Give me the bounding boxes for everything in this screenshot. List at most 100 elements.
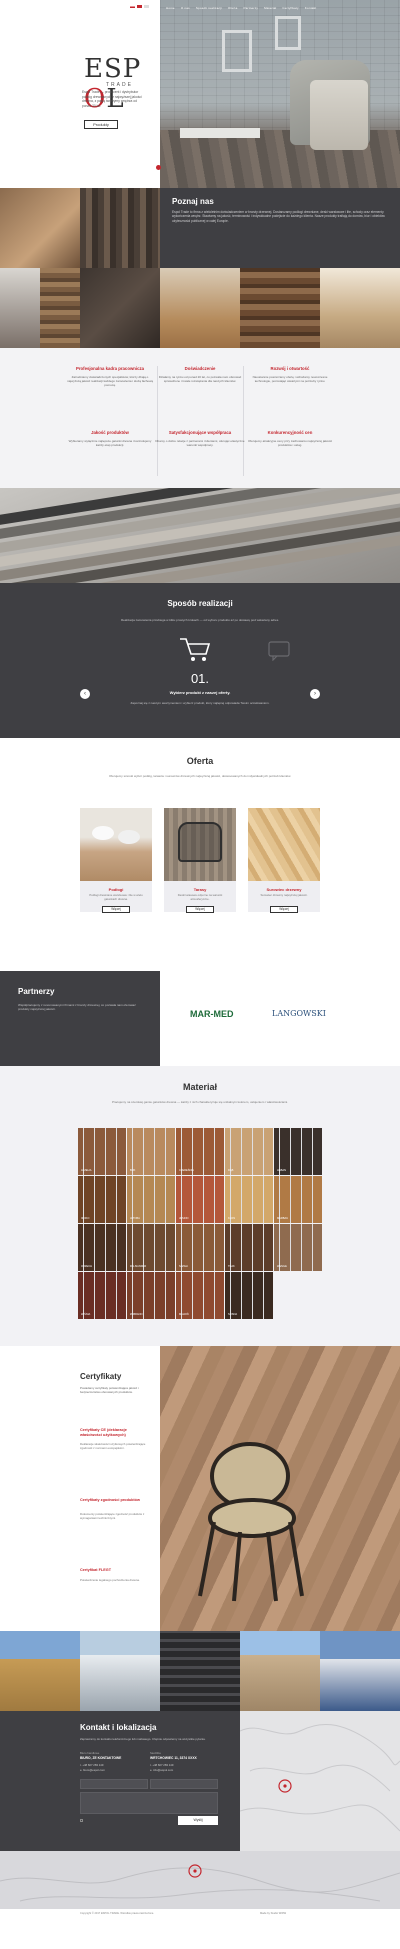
about-photo <box>160 268 240 348</box>
step-prev-button[interactable]: ‹ <box>80 689 90 699</box>
picture-frame <box>275 16 301 50</box>
slider-prev-icon[interactable] <box>156 165 161 170</box>
certificate-title[interactable]: Certyfikaty CE (deklaracje właściwości u… <box>80 1428 146 1438</box>
feature-title: Konkurencyjność cen <box>267 430 313 435</box>
feature-text: Zatrudniamy doświadczonych specjalistów,… <box>67 375 153 388</box>
nav-offer[interactable]: Oferta <box>228 6 238 10</box>
offer-more-button[interactable]: Więcej <box>186 906 214 913</box>
picture-frame <box>222 30 252 72</box>
offer-card[interactable]: Surowiec drzewny Surowiec drzewny najwyż… <box>248 808 320 913</box>
nav-about[interactable]: O nas <box>181 6 190 10</box>
material-swatch[interactable]: SAPELI <box>176 1224 224 1271</box>
nav-home[interactable]: Home <box>166 6 175 10</box>
certificate-text: Potwierdzenie legalnego pochodzenia drew… <box>80 1578 140 1582</box>
flag-de-icon[interactable] <box>144 5 149 8</box>
material-swatch[interactable]: MERBAU <box>274 1176 322 1223</box>
certificate-title[interactable]: Certyfikat FLEGT <box>80 1568 146 1573</box>
hero-text: Espol Trade — producent i dystrybutor po… <box>82 90 142 108</box>
material-swatch[interactable]: MAHOŃ <box>176 1272 224 1319</box>
material-swatch-label: BUK <box>130 1169 136 1172</box>
feature-text: Działamy na rynku od ponad 20 lat, co po… <box>158 375 242 384</box>
map-graphic <box>239 1723 400 1832</box>
footer-credit[interactable]: Made by Studio WWW <box>260 1912 286 1915</box>
feature-title: Satysfakcjonujące współpraca <box>168 430 232 435</box>
message-textarea[interactable] <box>80 1792 218 1814</box>
feature-text: Oferujemy atrakcyjne ceny przy zachowani… <box>247 439 333 448</box>
material-intro: Pracujemy na szerokiej gamie gatunków dr… <box>111 1100 289 1104</box>
offer-intro: Oferujemy szeroki wybór podłóg, tarasów … <box>108 774 292 778</box>
material-swatch-label: SOSNA <box>228 1313 238 1316</box>
reference-photo <box>80 1631 160 1711</box>
material-swatch[interactable]: TEAK <box>225 1224 273 1271</box>
nav-material[interactable]: Materiał <box>264 6 276 10</box>
hero-photo <box>156 0 400 188</box>
partners-text: Współpracujemy z renomowanymi firmami z … <box>18 1003 136 1012</box>
office2-mail[interactable]: e. info@espol.com <box>150 1768 173 1772</box>
certificate-text: Deklaracje właściwości użytkowych potwie… <box>80 1442 146 1450</box>
feature-title: Jakość produktów <box>91 430 129 435</box>
nav-certificates[interactable]: Certyfikaty <box>282 6 298 10</box>
about-photo <box>0 188 80 268</box>
feature-title: Rozwój i otwartość <box>270 366 310 371</box>
about-photo <box>240 268 320 348</box>
offer-card-text: Podłogi drewniane warstwowe i lite w wie… <box>89 893 143 901</box>
name-input[interactable] <box>80 1779 148 1789</box>
material-swatch[interactable]: KLON <box>225 1176 273 1223</box>
flag-en-icon[interactable] <box>137 5 142 8</box>
offer-card-text: Surowiec drzewny najwyższej jakości. <box>260 893 308 897</box>
nav-partners[interactable]: Partnerzy <box>243 6 258 10</box>
material-swatch-label: IROKO <box>81 1217 90 1220</box>
reference-photo <box>240 1631 320 1711</box>
feature-item: Satysfakcjonujące współpraca Dbamy o dob… <box>155 430 245 447</box>
nav-contact[interactable]: Kontakt <box>305 6 317 10</box>
email-input[interactable] <box>150 1779 218 1789</box>
consent-checkbox[interactable] <box>80 1819 83 1822</box>
partner-logo-marmed[interactable]: MAR-MED <box>190 1009 234 1019</box>
offer-more-button[interactable]: Więcej <box>270 906 298 913</box>
office2-phone[interactable]: t. +48 607 283 149 <box>150 1763 173 1767</box>
certificate-title[interactable]: Certyfikaty zgodności produktów <box>80 1498 146 1503</box>
material-swatch-label: WIŚNIA <box>81 1313 91 1316</box>
step-next-button[interactable]: › <box>310 689 320 699</box>
footer-copyright: Copyright © 2017 ESPOL TRADE. Wszelkie p… <box>80 1912 154 1915</box>
material-swatch[interactable]: ORZECH <box>78 1224 126 1271</box>
reference-photo <box>0 1631 80 1711</box>
material-swatch[interactable]: HEBAN <box>274 1128 322 1175</box>
europe-map[interactable] <box>0 1851 400 1909</box>
material-swatch[interactable]: SOSNA <box>225 1272 273 1319</box>
office1-mail[interactable]: e. biuro@espol.com <box>80 1768 105 1772</box>
material-swatch[interactable]: IROKO <box>78 1176 126 1223</box>
material-swatch[interactable]: ZEBRANO <box>127 1272 175 1319</box>
offer-card-title: Tarasy <box>193 887 207 892</box>
offer-card[interactable]: Tarasy Deski tarasowe odporne na warunki… <box>164 808 236 913</box>
chair-seat <box>118 830 140 844</box>
products-button[interactable]: Produkty <box>84 120 118 129</box>
material-swatch[interactable]: JATOBA <box>127 1176 175 1223</box>
partner-logo-langowski[interactable]: LANGOWSKI <box>272 1009 326 1018</box>
material-swatch[interactable]: CZEREŚNIA <box>176 1128 224 1175</box>
material-swatch[interactable]: WIŚNIA <box>78 1272 126 1319</box>
material-swatch[interactable]: PALISANDER <box>127 1224 175 1271</box>
material-swatch-label: AFZELIA <box>81 1169 92 1172</box>
offer-more-button[interactable]: Więcej <box>102 906 130 913</box>
about-photo <box>0 268 40 348</box>
material-swatch[interactable]: WENGE <box>274 1224 322 1271</box>
office1-phone[interactable]: t. +48 607 283 149 <box>80 1763 103 1767</box>
certificates-title: Certyfikaty <box>80 1372 122 1381</box>
bench <box>180 128 260 138</box>
offer-card[interactable]: Podłogi Podłogi drewniane warstwowe i li… <box>80 808 152 913</box>
hero-section: ESPOL TRADE Espol Trade — producent i dy… <box>0 0 400 188</box>
material-swatch[interactable]: DĄB <box>225 1128 273 1175</box>
language-switcher[interactable] <box>130 5 149 8</box>
feature-text: Nieustannie poszerzamy ofertę i wdrażamy… <box>252 375 328 384</box>
send-button[interactable]: Wyślij <box>178 1816 218 1825</box>
partners-title: Partnerzy <box>18 987 55 996</box>
material-swatch[interactable]: JESION <box>176 1176 224 1223</box>
flag-pl-icon[interactable] <box>130 5 135 8</box>
nav-process[interactable]: Sposób realizacji <box>196 6 222 10</box>
contact-map[interactable] <box>239 1711 400 1851</box>
feature-item: Profesjonalna kadra pracownicza Zatrudni… <box>65 366 155 388</box>
material-swatch[interactable]: BUK <box>127 1128 175 1175</box>
footer: Copyright © 2017 ESPOL TRADE. Wszelkie p… <box>0 1909 400 1919</box>
material-swatch[interactable]: AFZELIA <box>78 1128 126 1175</box>
